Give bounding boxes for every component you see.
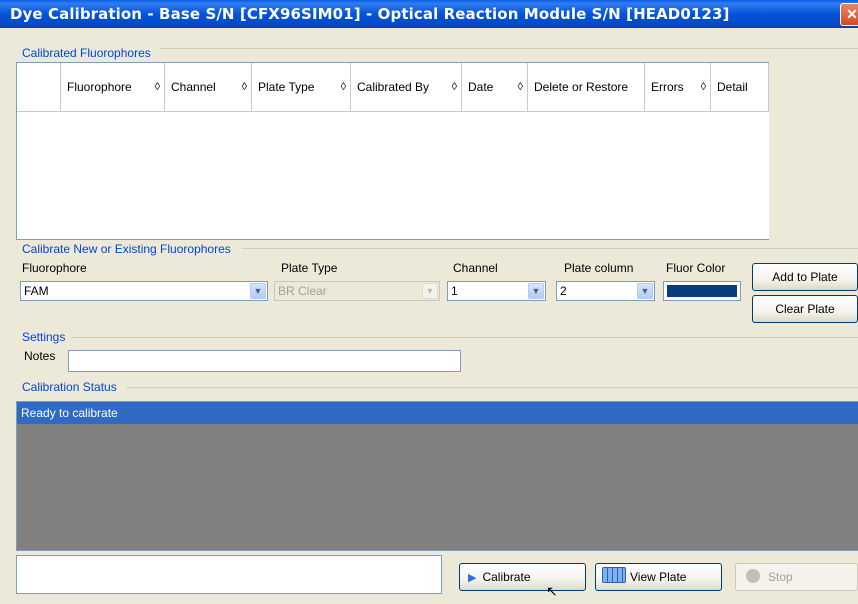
column-plate-type[interactable]: Plate Type ◊ — [252, 63, 351, 111]
view-plate-button[interactable]: View Plate — [595, 563, 722, 591]
column-errors[interactable]: Errors ◊ — [645, 63, 711, 111]
plate-type-value: BR Clear — [278, 284, 327, 298]
column-errors-label: Errors — [651, 80, 684, 94]
calibration-status-panel: Ready to calibrate — [16, 401, 858, 551]
cursor-icon: ↖ — [546, 583, 558, 599]
calibrated-fluorophores-grid[interactable]: Fluorophore ◊ Channel ◊ Plate Type ◊ Cal… — [16, 62, 769, 240]
add-to-plate-button[interactable]: Add to Plate — [752, 263, 858, 291]
stop-label: Stop — [768, 570, 793, 584]
calibrate-button[interactable]: ▶ Calibrate ↖ — [459, 563, 586, 599]
plate-column-select[interactable]: 2 ▼ — [556, 281, 655, 301]
grid-header: Fluorophore ◊ Channel ◊ Plate Type ◊ Cal… — [17, 63, 769, 112]
stop-icon — [746, 569, 760, 583]
sort-icon: ◊ — [154, 81, 160, 93]
notes-label: Notes — [24, 349, 56, 363]
column-fluorophore[interactable]: Fluorophore ◊ — [61, 63, 165, 111]
column-date[interactable]: Date ◊ — [462, 63, 528, 111]
sort-icon: ◊ — [451, 81, 457, 93]
column-delete-or-restore[interactable]: Delete or Restore — [528, 63, 645, 111]
channel-select[interactable]: 1 ▼ — [447, 281, 546, 301]
column-date-label: Date — [468, 80, 494, 94]
sort-icon: ◊ — [700, 81, 706, 93]
settings-divider — [72, 337, 858, 338]
plate-type-label: Plate Type — [281, 261, 338, 275]
sort-icon: ◊ — [241, 81, 247, 93]
close-icon[interactable]: ✕ — [840, 3, 858, 26]
calibrated-fluorophores-divider — [160, 48, 858, 49]
column-channel-label: Channel — [171, 80, 216, 94]
grid-row-header-cell — [17, 63, 61, 111]
window-title: Dye Calibration - Base S/N [CFX96SIM01] … — [10, 5, 730, 23]
column-plate-type-label: Plate Type — [258, 80, 315, 94]
fluor-color-picker[interactable] — [663, 281, 741, 301]
fluorophore-select[interactable]: FAM ▼ — [20, 281, 268, 301]
column-fluorophore-label: Fluorophore — [67, 80, 132, 94]
clear-plate-button[interactable]: Clear Plate — [752, 295, 858, 323]
chevron-down-icon[interactable]: ▼ — [528, 283, 544, 299]
channel-label: Channel — [453, 261, 498, 275]
column-calibrated-by[interactable]: Calibrated By ◊ — [351, 63, 462, 111]
fluor-color-label: Fluor Color — [666, 261, 726, 275]
title-bar: Dye Calibration - Base S/N [CFX96SIM01] … — [0, 0, 858, 28]
plate-grid-icon — [602, 567, 626, 583]
column-detail-label: Detail — [717, 80, 748, 94]
plate-column-value: 2 — [560, 284, 567, 298]
plate-type-select: BR Clear ▼ — [274, 281, 440, 301]
settings-label: Settings — [22, 330, 66, 344]
status-text: Ready to calibrate — [21, 406, 118, 420]
column-channel[interactable]: Channel ◊ — [165, 63, 252, 111]
column-calibrated-by-label: Calibrated By — [357, 80, 430, 94]
fluor-color-swatch — [667, 285, 737, 297]
sort-icon: ◊ — [340, 81, 346, 93]
fluorophore-value: FAM — [24, 284, 49, 298]
notes-input[interactable] — [68, 350, 461, 372]
chevron-down-icon: ▼ — [422, 283, 438, 299]
column-delete-or-restore-label: Delete or Restore — [534, 80, 629, 94]
chevron-down-icon[interactable]: ▼ — [250, 283, 266, 299]
calibrate-new-label: Calibrate New or Existing Fluorophores — [22, 242, 231, 256]
calibrate-label: Calibrate — [482, 570, 531, 584]
status-row[interactable]: Ready to calibrate — [17, 402, 858, 424]
calibrate-new-divider — [242, 248, 858, 249]
calibrated-fluorophores-label: Calibrated Fluorophores — [22, 46, 151, 60]
column-detail[interactable]: Detail — [711, 63, 769, 111]
play-icon: ▶ — [468, 572, 477, 584]
channel-value: 1 — [451, 284, 458, 298]
calibration-status-divider — [126, 387, 858, 388]
stop-button: Stop — [735, 563, 858, 591]
calibration-status-label: Calibration Status — [22, 380, 117, 394]
chevron-down-icon[interactable]: ▼ — [637, 283, 653, 299]
sort-icon: ◊ — [517, 81, 523, 93]
fluorophore-label: Fluorophore — [22, 261, 87, 275]
plate-column-label: Plate column — [564, 261, 634, 275]
message-box — [16, 555, 442, 594]
view-plate-label: View Plate — [630, 570, 687, 584]
